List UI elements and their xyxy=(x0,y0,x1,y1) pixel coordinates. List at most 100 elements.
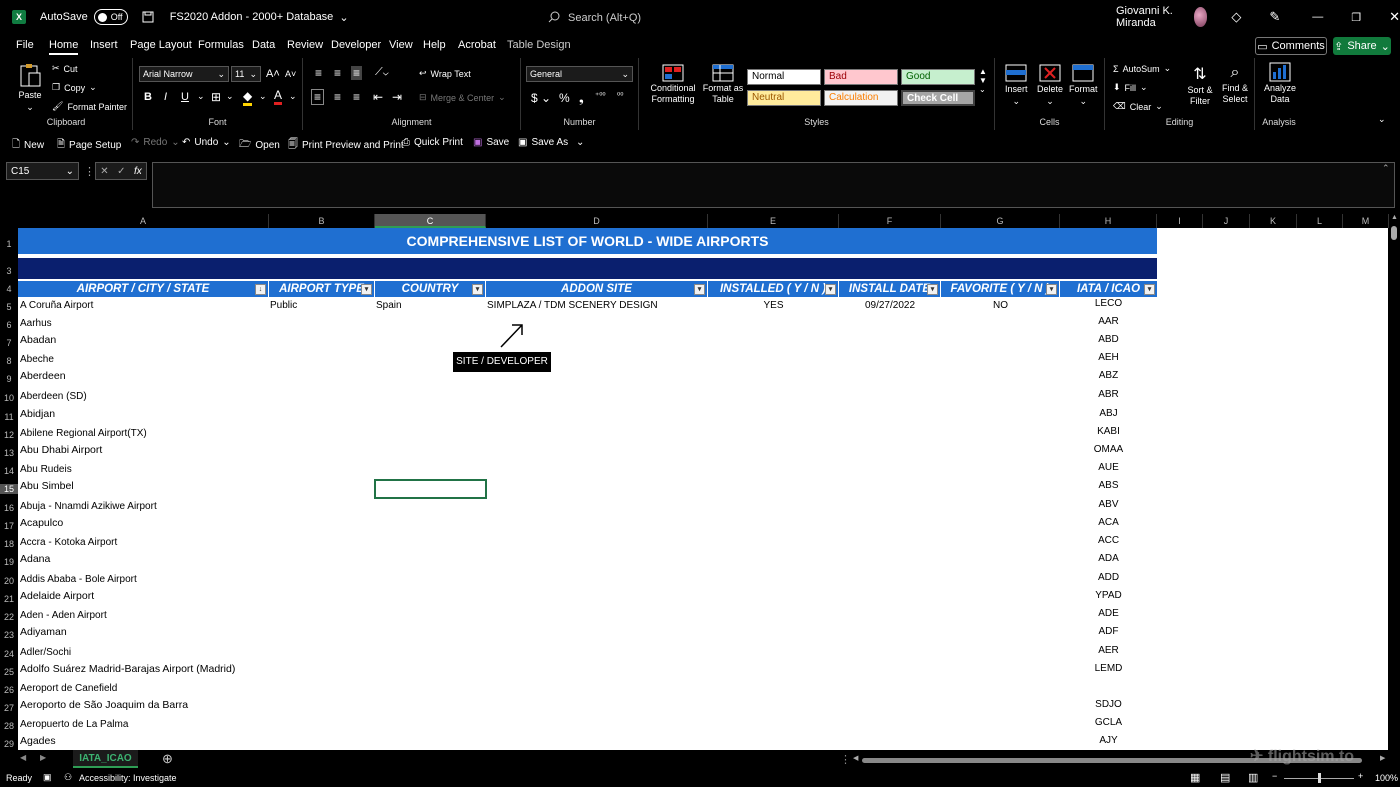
cell-iata-icao[interactable]: AJY xyxy=(1060,735,1157,746)
cell-iata-icao[interactable]: ADE xyxy=(1060,608,1157,619)
number-format-select[interactable]: General ⌄ xyxy=(526,66,633,82)
row-header[interactable]: 8 xyxy=(0,356,18,366)
fill-button[interactable]: ⬇ Fill ⌄ xyxy=(1113,82,1148,93)
cell-iata-icao[interactable]: ADD xyxy=(1060,572,1157,583)
row-header[interactable]: 3 xyxy=(0,266,18,276)
cell-iata-icao[interactable]: AER xyxy=(1060,645,1157,656)
clear-button[interactable]: ⌫ Clear ⌄ xyxy=(1113,101,1163,112)
autosum-button[interactable]: Σ AutoSum ⌄ xyxy=(1113,63,1171,74)
sort-filter-icon[interactable]: ↓ xyxy=(255,284,266,295)
column-header[interactable]: G xyxy=(941,214,1060,228)
column-header[interactable]: F xyxy=(839,214,941,228)
row-header[interactable]: 29 xyxy=(0,739,18,749)
row-header[interactable]: 6 xyxy=(0,320,18,330)
cell-iata-icao[interactable]: ABR xyxy=(1060,389,1157,400)
style-check-cell[interactable]: Check Cell xyxy=(901,90,975,106)
accessibility-icon[interactable]: ⚇ xyxy=(64,772,72,783)
scroll-thumb[interactable] xyxy=(1391,226,1397,240)
row-header[interactable]: 17 xyxy=(0,521,18,531)
bold-icon[interactable]: B xyxy=(144,91,152,103)
cell-airport-name[interactable]: Aarhus xyxy=(20,318,52,329)
chevron-down-icon[interactable]: ⌄ xyxy=(339,11,348,24)
cell-iata-icao[interactable]: ACA xyxy=(1060,517,1157,528)
cell-addon-site[interactable]: SIMPLAZA / TDM SCENERY DESIGN xyxy=(487,300,658,311)
zoom-level[interactable]: 100% xyxy=(1375,773,1398,783)
cell-airport-name[interactable]: Abuja - Nnamdi Azikiwe Airport xyxy=(20,501,157,512)
align-bottom-icon[interactable]: ≡ xyxy=(351,66,363,80)
filter-dropdown-icon[interactable]: ▾ xyxy=(927,284,938,295)
cell-airport-name[interactable]: Aeroporto de São Joaquim da Barra xyxy=(20,699,188,711)
cell-airport-name[interactable]: Adolfo Suárez Madrid-Barajas Airport (Ma… xyxy=(20,663,235,675)
tab-formulas[interactable]: Formulas xyxy=(198,39,244,51)
row-header[interactable]: 16 xyxy=(0,503,18,513)
share-button[interactable]: ⇪ Share ⌄ xyxy=(1333,37,1391,55)
macro-record-icon[interactable]: ▣ xyxy=(43,772,52,783)
tab-help[interactable]: Help xyxy=(423,39,446,51)
decrease-indent-icon[interactable]: ⇤ xyxy=(373,90,383,104)
qat-save-as-button[interactable]: ▣ Save As xyxy=(518,137,568,148)
column-header[interactable]: M xyxy=(1343,214,1389,228)
tab-home[interactable]: Home xyxy=(49,39,79,55)
vertical-scrollbar[interactable]: ▲ xyxy=(1389,214,1400,750)
restore-icon[interactable]: ❐ xyxy=(1351,11,1361,24)
font-name-select[interactable]: Arial Narrow ⌄ xyxy=(139,66,229,82)
accessibility-status[interactable]: Accessibility: Investigate xyxy=(79,773,177,783)
column-header[interactable]: C xyxy=(375,214,486,228)
chevron-down-icon[interactable]: ⌄ xyxy=(1381,40,1390,53)
row-header[interactable]: 1 xyxy=(0,239,18,249)
qat-redo-button[interactable]: ↷ Redo ⌄ xyxy=(131,137,180,148)
row-header[interactable]: 13 xyxy=(0,448,18,458)
diamond-icon[interactable]: ◇ xyxy=(1231,9,1241,25)
row-header[interactable]: 19 xyxy=(0,557,18,567)
cell-favorite[interactable]: NO xyxy=(941,300,1060,311)
font-color-icon[interactable]: A xyxy=(274,88,283,105)
filter-dropdown-icon[interactable]: ▾ xyxy=(825,284,836,295)
search-box[interactable]: Search (Alt+Q) xyxy=(548,8,641,28)
tab-table-design[interactable]: Table Design xyxy=(507,39,571,51)
style-bad[interactable]: Bad xyxy=(824,69,898,85)
align-left-icon[interactable]: ≡ xyxy=(311,89,325,105)
format-as-table-button[interactable]: Format as Table xyxy=(701,64,745,105)
cell-airport-name[interactable]: Addis Ababa - Bole Airport xyxy=(20,574,137,585)
chevron-down-icon[interactable]: ⌄ xyxy=(26,102,34,113)
filter-dropdown-icon[interactable]: ▾ xyxy=(361,284,372,295)
header-airport[interactable]: AIRPORT / CITY / STATE ↓ xyxy=(18,281,269,297)
worksheet-grid[interactable]: COMPREHENSIVE LIST OF WORLD - WIDE AIRPO… xyxy=(18,228,1388,750)
cell-airport-name[interactable]: Adler/Sochi xyxy=(20,647,71,658)
chevron-down-icon[interactable]: ⌄ xyxy=(89,82,97,93)
merge-center-button[interactable]: ⊟ Merge & Center ⌄ xyxy=(419,92,506,103)
row-header[interactable]: 20 xyxy=(0,576,18,586)
header-install-date[interactable]: INSTALL DATE ▾ xyxy=(839,281,941,297)
cancel-formula-icon[interactable]: ✕ xyxy=(100,166,108,177)
increase-decimal-icon[interactable]: ⁺⁰⁰ xyxy=(595,91,606,100)
align-middle-icon[interactable]: ≡ xyxy=(334,66,341,80)
avatar[interactable] xyxy=(1193,7,1208,27)
cell-airport-name[interactable]: Adiyaman xyxy=(20,626,67,638)
qat-undo-button[interactable]: ↶ Undo ⌄ xyxy=(182,137,231,148)
increase-indent-icon[interactable]: ⇥ xyxy=(392,90,402,104)
page-layout-view-icon[interactable]: ▤ xyxy=(1220,771,1230,784)
tab-data[interactable]: Data xyxy=(252,39,275,51)
analyze-data-button[interactable]: Analyze Data xyxy=(1263,62,1297,105)
row-header[interactable]: 23 xyxy=(0,630,18,640)
tab-review[interactable]: Review xyxy=(287,39,323,51)
column-header[interactable]: L xyxy=(1297,214,1343,228)
row-header[interactable]: 11 xyxy=(0,412,18,422)
align-center-icon[interactable]: ≡ xyxy=(334,90,341,104)
close-icon[interactable]: ✕ xyxy=(1389,9,1400,25)
selected-cell[interactable] xyxy=(374,479,487,499)
cell-airport-name[interactable]: Abidjan xyxy=(20,408,55,420)
filter-dropdown-icon[interactable]: ▾ xyxy=(472,284,483,295)
cell-iata-icao[interactable]: KABI xyxy=(1060,426,1157,437)
find-select-button[interactable]: ⌕ Find & Select xyxy=(1219,64,1251,105)
row-header[interactable]: 12 xyxy=(0,430,18,440)
cell-iata-icao[interactable]: GCLA xyxy=(1060,717,1157,728)
tab-insert[interactable]: Insert xyxy=(90,39,118,51)
qat-quick-print-button[interactable]: ⎙ Quick Print xyxy=(402,137,463,148)
copy-button[interactable]: ❐ Copy ⌄ xyxy=(52,82,97,93)
confirm-formula-icon[interactable]: ✓ xyxy=(117,166,125,177)
column-header[interactable]: I xyxy=(1157,214,1203,228)
normal-view-icon[interactable]: ▦ xyxy=(1190,771,1200,784)
cell-airport-name[interactable]: Abu Rudeis xyxy=(20,464,72,475)
cell-airport-name[interactable]: Aberdeen xyxy=(20,370,66,382)
